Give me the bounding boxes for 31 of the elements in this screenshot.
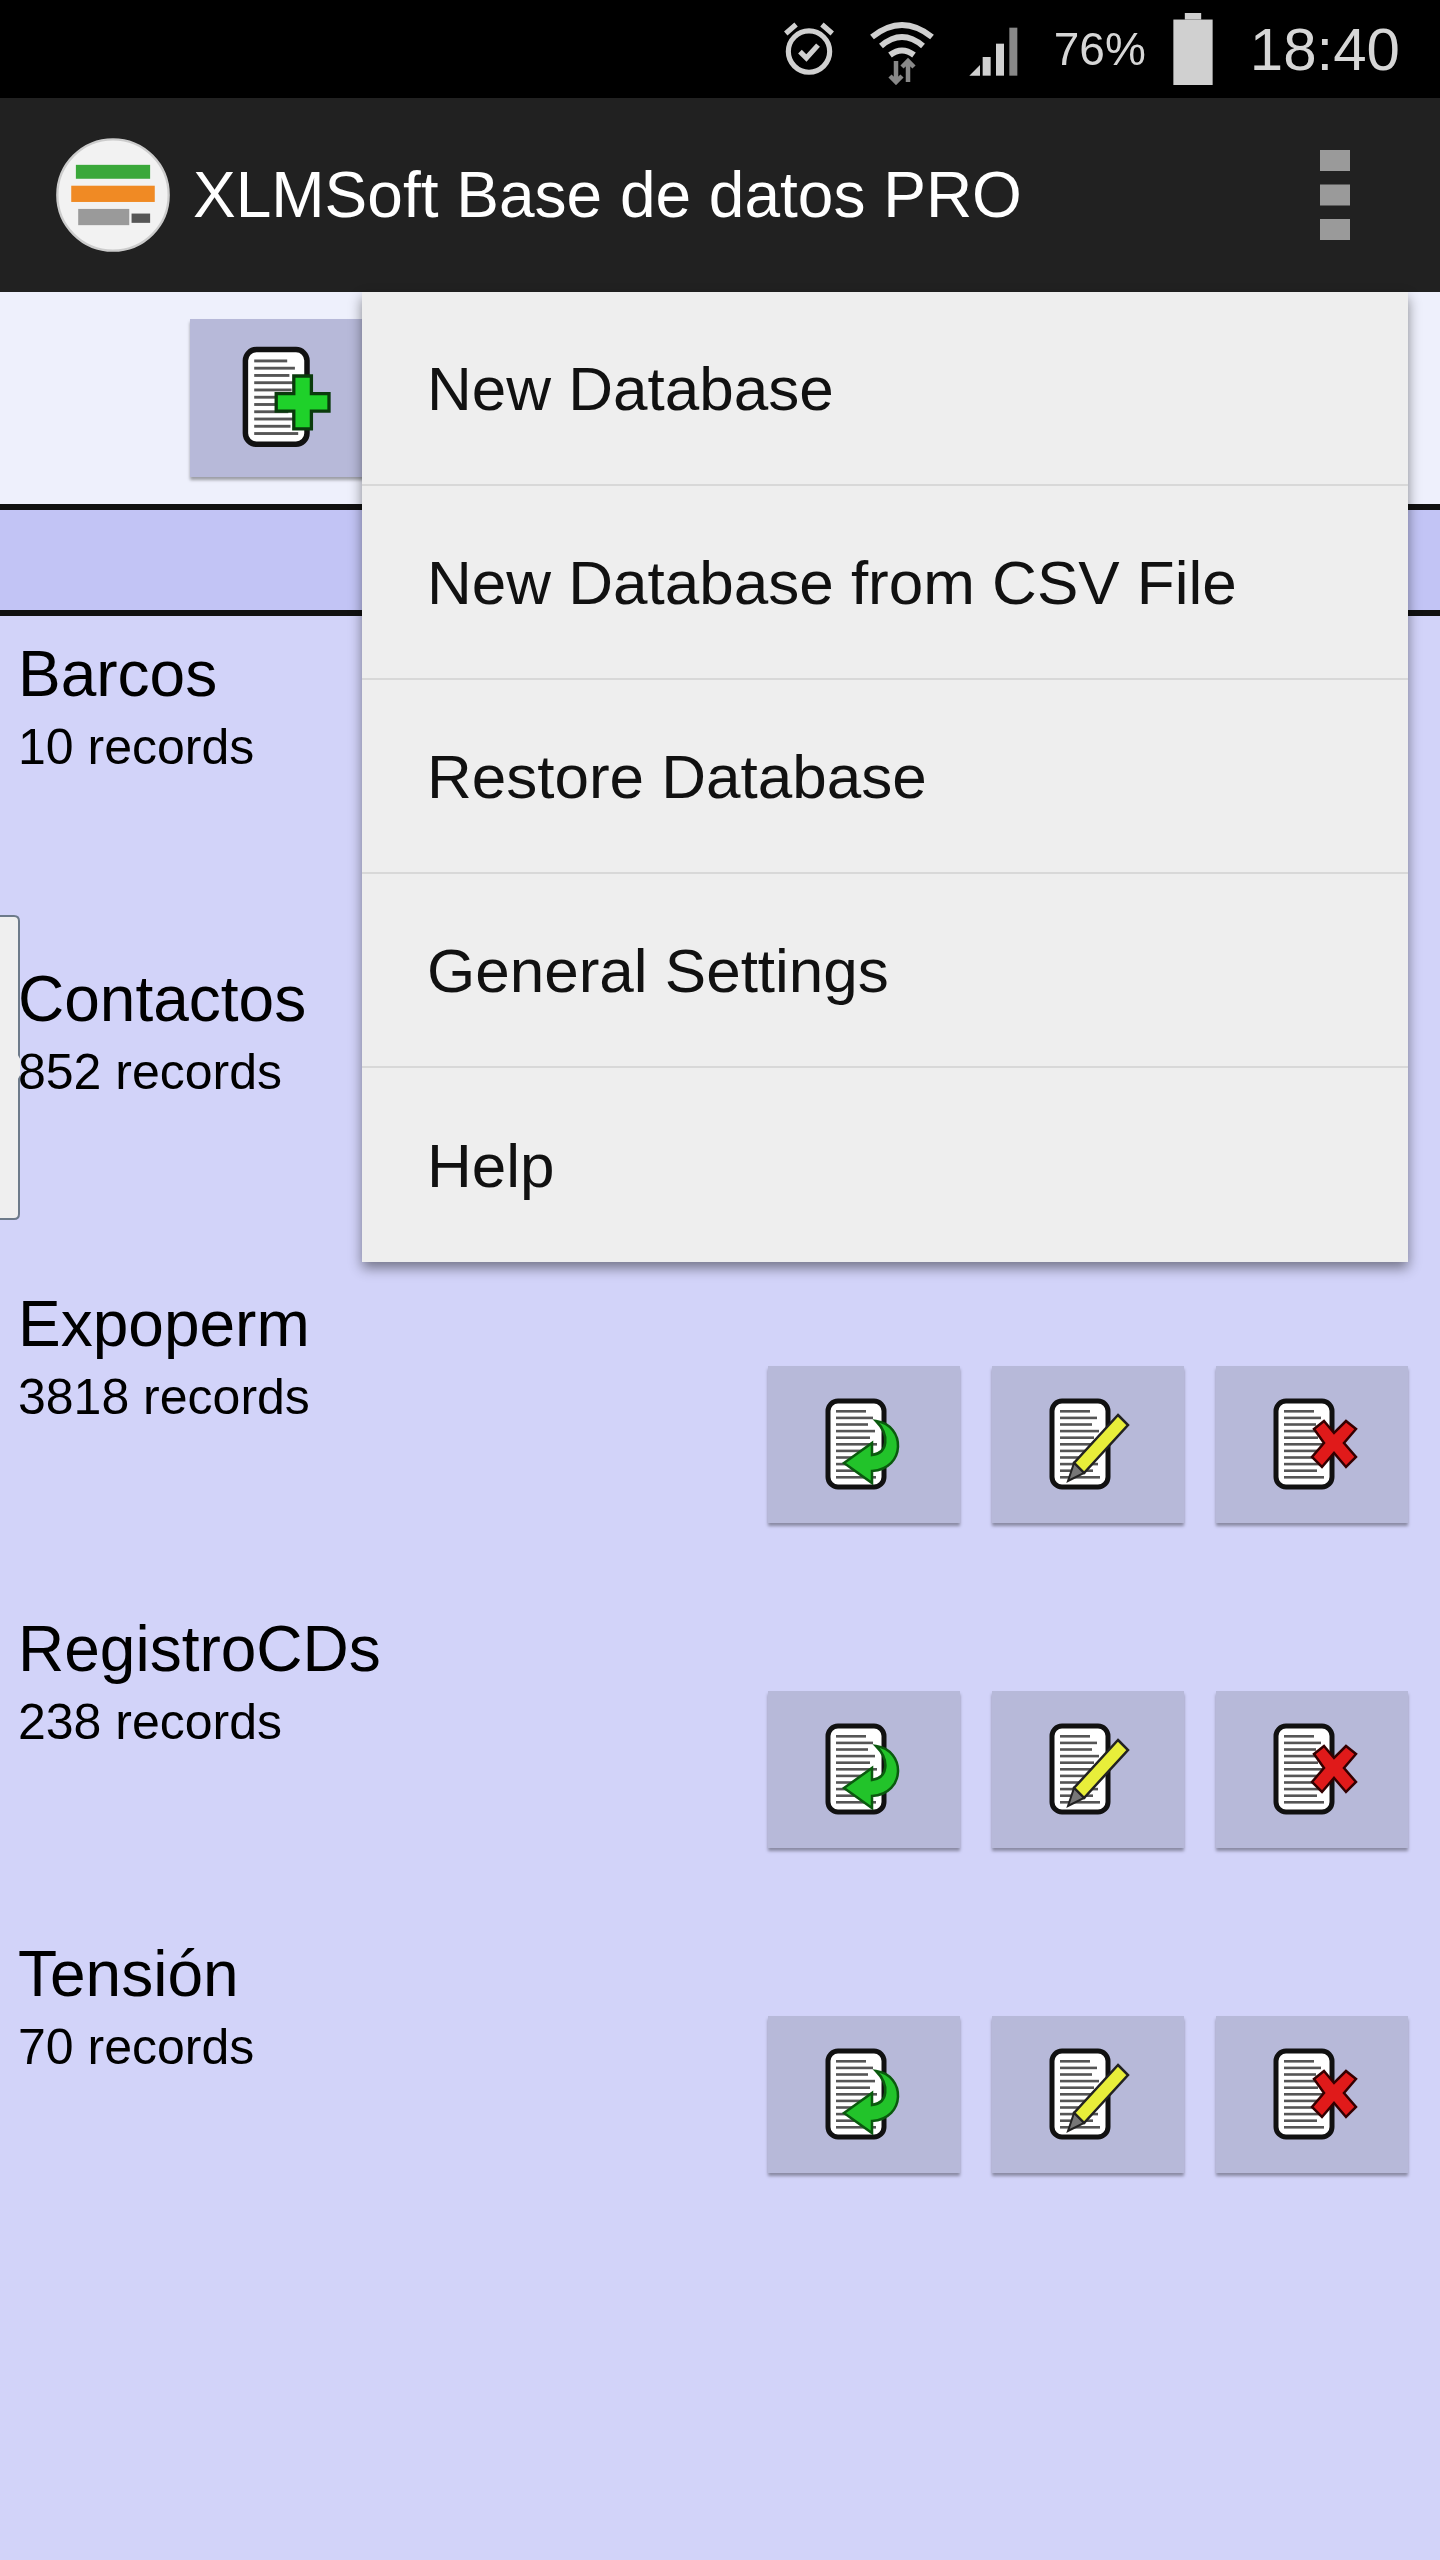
drawer-handle[interactable] xyxy=(0,915,20,1220)
menu-item[interactable]: New Database from CSV File xyxy=(362,486,1408,680)
record-count: 852 records xyxy=(18,1042,283,1101)
open-database-button[interactable] xyxy=(768,1691,960,1848)
record-count: 3818 records xyxy=(18,1367,310,1426)
edit-database-button[interactable] xyxy=(992,1691,1184,1848)
delete-database-button[interactable] xyxy=(1216,1366,1408,1523)
database-name[interactable]: RegistroCDs xyxy=(18,1613,381,1687)
battery-percentage: 76% xyxy=(1053,22,1146,76)
menu-item[interactable]: General Settings xyxy=(362,874,1408,1068)
database-name[interactable]: Tensión xyxy=(18,1938,239,2012)
delete-database-button[interactable] xyxy=(1216,2016,1408,2173)
battery-icon xyxy=(1171,13,1214,85)
record-count: 238 records xyxy=(18,1692,283,1751)
menu-item[interactable]: New Database xyxy=(362,292,1408,486)
more-icon xyxy=(1320,150,1350,240)
logo-icon xyxy=(55,137,171,253)
open-database-button[interactable] xyxy=(768,1366,960,1523)
database-name[interactable]: Contactos xyxy=(18,963,307,1037)
record-count: 10 records xyxy=(18,717,255,776)
edit-database-button[interactable] xyxy=(992,1366,1184,1523)
database-name[interactable]: Expoperm xyxy=(18,1288,310,1362)
menu-item[interactable]: Restore Database xyxy=(362,680,1408,874)
record-count: 70 records xyxy=(18,2017,255,2076)
database-name[interactable]: Barcos xyxy=(18,638,218,712)
clock-time: 18:40 xyxy=(1249,14,1400,84)
edit-database-button[interactable] xyxy=(992,2016,1184,2173)
app-title: XLMSoft Base de datos PRO xyxy=(193,158,1023,232)
delete-database-button[interactable] xyxy=(1216,1691,1408,1848)
menu-item[interactable]: Help xyxy=(362,1068,1408,1262)
open-database-button[interactable] xyxy=(768,2016,960,2173)
